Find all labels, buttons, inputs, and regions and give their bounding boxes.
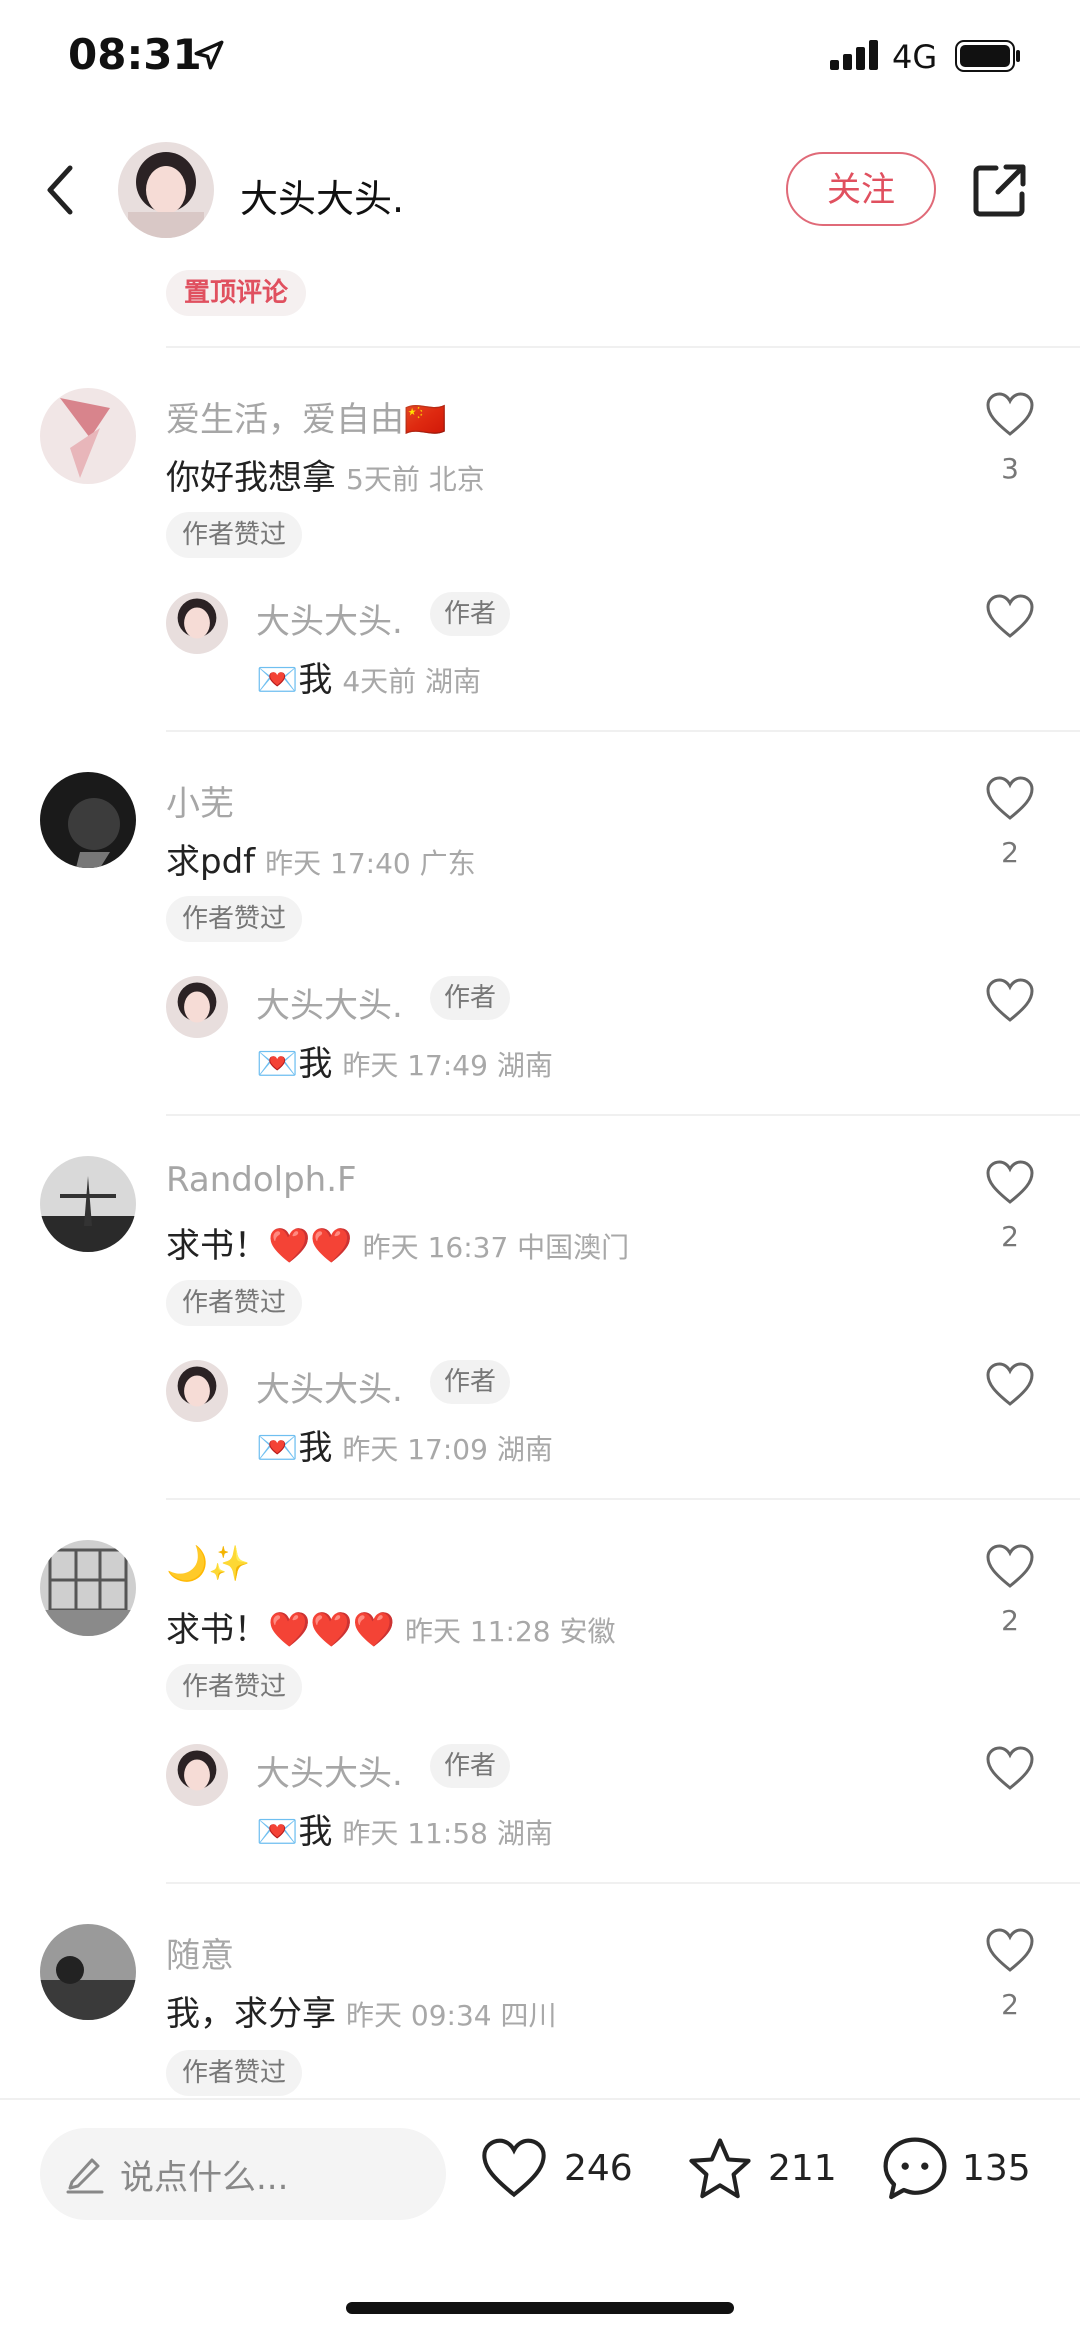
commenter-avatar[interactable] <box>40 1924 136 2020</box>
star-icon[interactable] <box>686 2136 754 2202</box>
reply-meta: 昨天 17:09 湖南 <box>342 1433 553 1466</box>
bottom-bar-divider <box>0 2098 1080 2100</box>
divider <box>166 346 1080 348</box>
comment-text[interactable]: 你好我想拿 5天前 北京 <box>166 450 485 499</box>
back-chevron-icon[interactable] <box>40 160 80 220</box>
divider <box>166 1498 1080 1500</box>
battery-icon <box>955 40 1020 72</box>
commenter-avatar[interactable] <box>40 1540 136 1636</box>
reply-meta: 4天前 湖南 <box>342 665 482 698</box>
reply-author-avatar[interactable] <box>166 592 228 654</box>
heart-icon[interactable] <box>480 2138 548 2200</box>
like-heart-icon[interactable] <box>985 1928 1035 1974</box>
commenter-avatar[interactable] <box>40 772 136 868</box>
comment-bubble-icon[interactable] <box>880 2134 950 2204</box>
like-count: 2 <box>1001 1220 1019 1253</box>
commenter-name[interactable]: Randolph.F <box>166 1160 357 1200</box>
like-heart-icon[interactable] <box>985 392 1035 438</box>
commenter-name[interactable]: 小芜 <box>166 776 234 825</box>
comment-meta: 昨天 11:28 安徽 <box>405 1615 616 1648</box>
author-liked-tag: 作者赞过 <box>166 1664 303 1710</box>
comment-meta: 昨天 09:34 四川 <box>346 1999 557 2032</box>
author-name[interactable]: 大头大头. <box>240 168 404 223</box>
like-total: 246 <box>564 2148 633 2189</box>
like-heart-icon[interactable] <box>985 978 1035 1024</box>
commenter-name[interactable]: 随意 <box>166 1928 234 1977</box>
like-heart-icon[interactable] <box>985 776 1035 822</box>
author-badge: 作者 <box>430 976 511 1020</box>
reply-author-name[interactable]: 大头大头. <box>256 1362 403 1411</box>
reply-author-avatar[interactable] <box>166 1360 228 1422</box>
reply-text[interactable]: 💌我 昨天 11:58 湖南 <box>256 1804 553 1853</box>
like-heart-icon[interactable] <box>985 1746 1035 1792</box>
author-badge: 作者 <box>430 592 511 636</box>
reply-author-name[interactable]: 大头大头. <box>256 978 403 1027</box>
comment-meta: 昨天 16:37 中国澳门 <box>362 1231 630 1264</box>
author-liked-tag: 作者赞过 <box>166 1280 303 1326</box>
comment-text[interactable]: 求书！❤️❤️ 昨天 16:37 中国澳门 <box>166 1218 629 1267</box>
author-badge: 作者 <box>430 1360 511 1404</box>
commenter-avatar[interactable] <box>40 1156 136 1252</box>
signal-icon <box>830 40 878 70</box>
author-avatar[interactable] <box>118 142 214 238</box>
status-time: 08:31 <box>68 30 202 79</box>
like-heart-icon[interactable] <box>985 594 1035 640</box>
reply-author-name[interactable]: 大头大头. <box>256 1746 403 1795</box>
author-liked-tag: 作者赞过 <box>166 512 303 558</box>
like-heart-icon[interactable] <box>985 1362 1035 1408</box>
reply-text[interactable]: 💌我 昨天 17:49 湖南 <box>256 1036 553 1085</box>
comment-text[interactable]: 求pdf 昨天 17:40 广东 <box>166 834 476 883</box>
reply-text[interactable]: 💌我 4天前 湖南 <box>256 652 481 701</box>
collect-total: 211 <box>768 2148 837 2189</box>
author-liked-tag: 作者赞过 <box>166 2050 303 2096</box>
reply-author-name[interactable]: 大头大头. <box>256 594 403 643</box>
author-liked-tag: 作者赞过 <box>166 896 303 942</box>
comment-input-placeholder[interactable]: 说点什么... <box>120 2150 288 2199</box>
comment-text[interactable]: 我，求分享 昨天 09:34 四川 <box>166 1986 557 2035</box>
follow-button[interactable]: 关注 <box>786 152 936 226</box>
divider <box>166 1882 1080 1884</box>
author-badge: 作者 <box>430 1744 511 1788</box>
pinned-comment-tag: 置顶评论 <box>166 270 307 316</box>
divider <box>166 1114 1080 1116</box>
like-count: 2 <box>1001 1988 1019 2021</box>
like-count: 2 <box>1001 1604 1019 1637</box>
like-count: 3 <box>1001 452 1019 485</box>
commenter-name[interactable]: 🌙✨ <box>166 1544 251 1584</box>
like-count: 2 <box>1001 836 1019 869</box>
reply-text[interactable]: 💌我 昨天 17:09 湖南 <box>256 1420 553 1469</box>
commenter-avatar[interactable] <box>40 388 136 484</box>
home-indicator[interactable] <box>346 2302 734 2314</box>
network-type: 4G <box>892 38 938 76</box>
reply-author-avatar[interactable] <box>166 976 228 1038</box>
location-arrow-icon <box>194 40 224 70</box>
share-icon[interactable] <box>972 162 1028 218</box>
reply-meta: 昨天 17:49 湖南 <box>342 1049 553 1082</box>
reply-meta: 昨天 11:58 湖南 <box>342 1817 553 1850</box>
commenter-name[interactable]: 爱生活，爱自由🇨🇳 <box>166 392 446 441</box>
like-heart-icon[interactable] <box>985 1160 1035 1206</box>
comment-meta: 5天前 北京 <box>346 463 485 496</box>
divider <box>166 730 1080 732</box>
comment-meta: 昨天 17:40 广东 <box>265 847 476 880</box>
comment-total: 135 <box>962 2148 1031 2189</box>
pencil-icon <box>66 2158 104 2194</box>
reply-author-avatar[interactable] <box>166 1744 228 1806</box>
like-heart-icon[interactable] <box>985 1544 1035 1590</box>
comment-text[interactable]: 求书！❤️❤️❤️ 昨天 11:28 安徽 <box>166 1602 616 1651</box>
